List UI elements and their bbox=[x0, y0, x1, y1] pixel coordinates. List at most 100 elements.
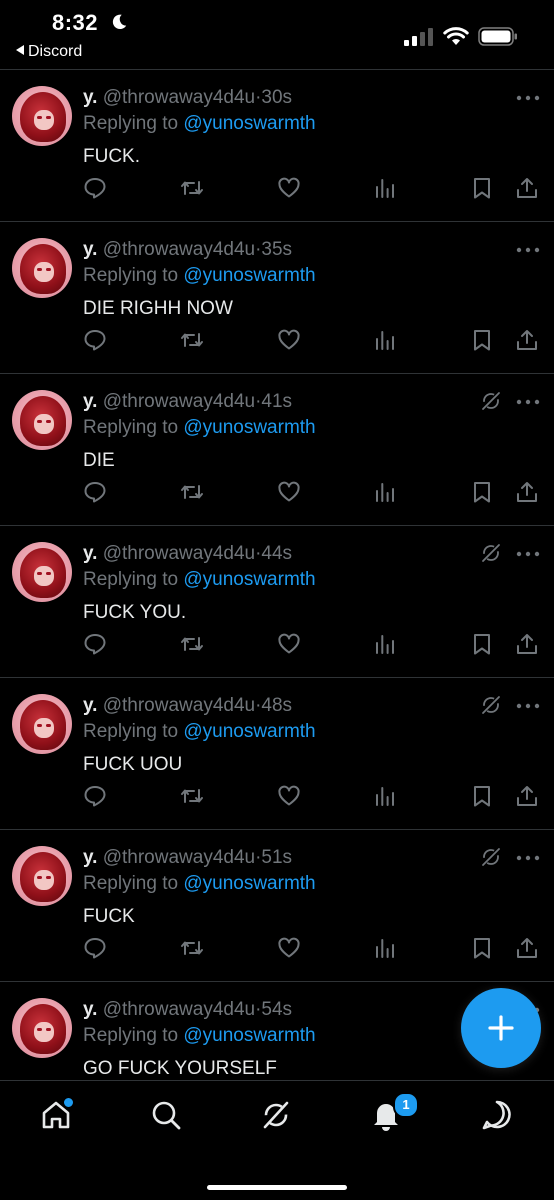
tweet[interactable]: y. @throwaway4d4u·35s Replying to @yunosw… bbox=[0, 222, 554, 374]
avatar[interactable] bbox=[12, 846, 72, 906]
tweet[interactable]: y. @throwaway4d4u·51s Replying to @yunosw… bbox=[0, 830, 554, 982]
views-icon[interactable] bbox=[373, 784, 397, 808]
tweet[interactable]: y. @throwaway4d4u·44s Replying to @yunosw… bbox=[0, 526, 554, 678]
mention-link[interactable]: @yunoswarmth bbox=[183, 113, 315, 134]
display-name[interactable]: y. bbox=[83, 999, 97, 1020]
user-handle[interactable]: @throwaway4d4u bbox=[103, 87, 255, 108]
tweet-time: 35s bbox=[261, 239, 293, 260]
avatar[interactable] bbox=[12, 542, 72, 602]
avatar[interactable] bbox=[12, 390, 72, 450]
share-icon[interactable] bbox=[515, 632, 539, 656]
bookmark-icon[interactable] bbox=[470, 936, 494, 960]
reply-icon[interactable] bbox=[83, 784, 107, 808]
share-icon[interactable] bbox=[515, 936, 539, 960]
reply-icon[interactable] bbox=[83, 176, 107, 200]
user-handle[interactable]: @throwaway4d4u bbox=[103, 239, 255, 260]
heart-icon[interactable] bbox=[277, 936, 301, 960]
mention-link[interactable]: @yunoswarmth bbox=[183, 1025, 315, 1046]
share-icon[interactable] bbox=[515, 784, 539, 808]
views-icon[interactable] bbox=[373, 936, 397, 960]
mention-link[interactable]: @yunoswarmth bbox=[183, 265, 315, 286]
mention-link[interactable]: @yunoswarmth bbox=[183, 721, 315, 742]
heart-icon[interactable] bbox=[277, 328, 301, 352]
views-icon[interactable] bbox=[373, 176, 397, 200]
display-name[interactable]: y. bbox=[83, 695, 97, 716]
bookmark-icon[interactable] bbox=[470, 632, 494, 656]
reply-icon[interactable] bbox=[83, 632, 107, 656]
display-name[interactable]: y. bbox=[83, 239, 97, 260]
avatar-eye bbox=[46, 876, 51, 879]
reply-icon[interactable] bbox=[83, 936, 107, 960]
more-icon[interactable] bbox=[515, 94, 541, 102]
bookmark-icon[interactable] bbox=[470, 480, 494, 504]
mention-link[interactable]: @yunoswarmth bbox=[183, 569, 315, 590]
more-icon[interactable] bbox=[515, 550, 541, 558]
display-name[interactable]: y. bbox=[83, 87, 97, 108]
tab-messages[interactable] bbox=[480, 1098, 514, 1132]
tweet-header: y. @throwaway4d4u·30s bbox=[83, 86, 292, 110]
mention-link[interactable]: @yunoswarmth bbox=[183, 417, 315, 438]
user-handle[interactable]: @throwaway4d4u bbox=[103, 695, 255, 716]
grok-icon[interactable] bbox=[480, 694, 502, 716]
avatar-face bbox=[34, 870, 54, 890]
user-handle[interactable]: @throwaway4d4u bbox=[103, 847, 255, 868]
display-name[interactable]: y. bbox=[83, 847, 97, 868]
share-icon[interactable] bbox=[515, 328, 539, 352]
tweet[interactable]: y. @throwaway4d4u·41s Replying to @yunosw… bbox=[0, 374, 554, 526]
heart-icon[interactable] bbox=[277, 176, 301, 200]
heart-icon[interactable] bbox=[277, 480, 301, 504]
retweet-icon[interactable] bbox=[180, 480, 204, 504]
back-to-app-button[interactable]: Discord bbox=[16, 43, 82, 61]
avatar-eye bbox=[37, 420, 42, 423]
avatar[interactable] bbox=[12, 998, 72, 1058]
grok-icon[interactable] bbox=[480, 542, 502, 564]
tab-grok[interactable] bbox=[259, 1098, 293, 1132]
tweet[interactable]: y. @throwaway4d4u·30s Replying to @yunosw… bbox=[0, 70, 554, 222]
retweet-icon[interactable] bbox=[180, 176, 204, 200]
avatar[interactable] bbox=[12, 694, 72, 754]
tab-search[interactable] bbox=[149, 1098, 183, 1132]
user-handle[interactable]: @throwaway4d4u bbox=[103, 391, 255, 412]
retweet-icon[interactable] bbox=[180, 784, 204, 808]
tweet-text: DIE RIGHH NOW bbox=[83, 298, 233, 319]
user-handle[interactable]: @throwaway4d4u bbox=[103, 543, 255, 564]
avatar[interactable] bbox=[12, 86, 72, 146]
avatar[interactable] bbox=[12, 238, 72, 298]
reply-icon[interactable] bbox=[83, 328, 107, 352]
more-icon[interactable] bbox=[515, 854, 541, 862]
more-icon[interactable] bbox=[515, 246, 541, 254]
replying-to: Replying to @yunoswarmth bbox=[83, 720, 316, 744]
heart-icon[interactable] bbox=[277, 632, 301, 656]
tab-home[interactable] bbox=[39, 1096, 75, 1132]
replying-to: Replying to @yunoswarmth bbox=[83, 872, 316, 896]
display-name[interactable]: y. bbox=[83, 543, 97, 564]
retweet-icon[interactable] bbox=[180, 632, 204, 656]
retweet-icon[interactable] bbox=[180, 936, 204, 960]
views-icon[interactable] bbox=[373, 632, 397, 656]
compose-button[interactable] bbox=[461, 988, 541, 1068]
mention-link[interactable]: @yunoswarmth bbox=[183, 873, 315, 894]
display-name[interactable]: y. bbox=[83, 391, 97, 412]
share-icon[interactable] bbox=[515, 480, 539, 504]
tab-notifications[interactable]: 1 bbox=[369, 1092, 419, 1132]
bookmark-icon[interactable] bbox=[470, 784, 494, 808]
reply-feed[interactable]: y. @throwaway4d4u·30s Replying to @yunosw… bbox=[0, 70, 554, 1080]
views-icon[interactable] bbox=[373, 480, 397, 504]
search-icon bbox=[152, 1101, 181, 1130]
views-icon[interactable] bbox=[373, 328, 397, 352]
more-icon[interactable] bbox=[515, 702, 541, 710]
more-icon[interactable] bbox=[515, 398, 541, 406]
share-icon[interactable] bbox=[515, 176, 539, 200]
tweet-header: y. @throwaway4d4u·41s bbox=[83, 390, 292, 414]
retweet-icon[interactable] bbox=[180, 328, 204, 352]
heart-icon[interactable] bbox=[277, 784, 301, 808]
user-handle[interactable]: @throwaway4d4u bbox=[103, 999, 255, 1020]
grok-icon[interactable] bbox=[480, 390, 502, 412]
tweet[interactable]: y. @throwaway4d4u·48s Replying to @yunosw… bbox=[0, 678, 554, 830]
replying-to: Replying to @yunoswarmth bbox=[83, 1024, 316, 1048]
bookmark-icon[interactable] bbox=[470, 328, 494, 352]
tweet-time: 54s bbox=[261, 999, 293, 1020]
grok-icon[interactable] bbox=[480, 846, 502, 868]
reply-icon[interactable] bbox=[83, 480, 107, 504]
bookmark-icon[interactable] bbox=[470, 176, 494, 200]
